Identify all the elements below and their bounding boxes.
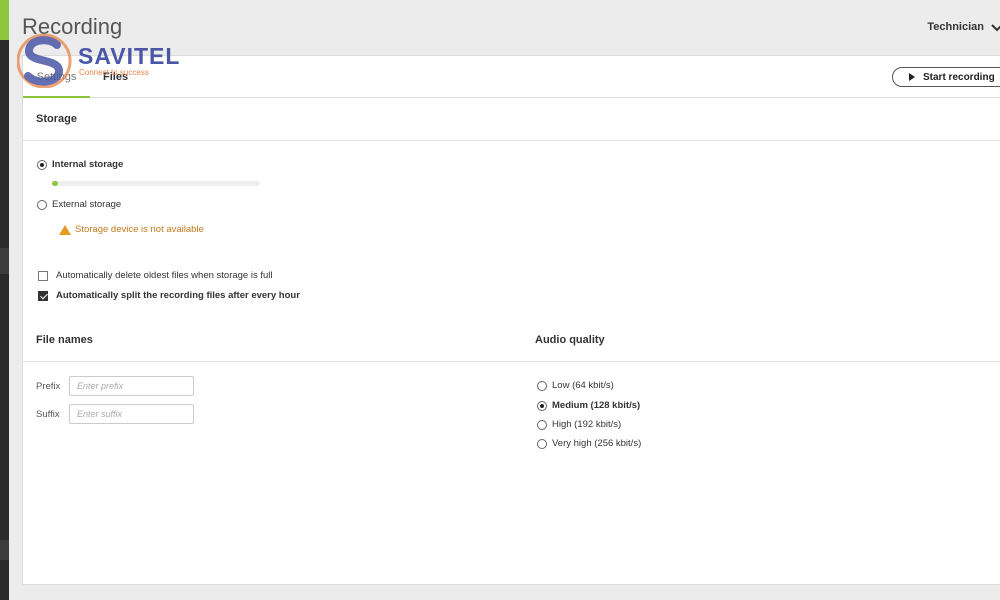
start-recording-button[interactable]: Start recording (892, 67, 1000, 87)
checkbox-unchecked (38, 270, 48, 281)
auto-split-checkbox[interactable]: Automatically split the recording files … (38, 290, 300, 301)
audio-quality-heading: Audio quality (535, 334, 605, 346)
user-name: Technician (927, 21, 984, 33)
storage-warning: Storage device is not available (59, 224, 204, 235)
rail-segment (0, 540, 9, 560)
suffix-label: Suffix (36, 409, 60, 420)
savitel-logo: SAVITEL Connect to success (17, 34, 197, 88)
storage-warning-text: Storage device is not available (75, 224, 204, 235)
logo-brand-text: SAVITEL (78, 43, 181, 69)
radio-button (537, 380, 547, 391)
rail-accent (0, 0, 9, 40)
storage-heading: Storage (36, 113, 77, 125)
audio-option-label: Medium (128 kbit/s) (552, 400, 641, 411)
logo-tagline: Connect to success (79, 68, 149, 77)
audio-option-label: High (192 kbit/s) (552, 419, 622, 430)
start-recording-label: Start recording (923, 71, 995, 83)
audio-option-high[interactable]: High (192 kbit/s) (537, 419, 621, 430)
auto-delete-label: Automatically delete oldest files when s… (56, 270, 273, 281)
prefix-input[interactable] (69, 376, 194, 396)
auto-split-label: Automatically split the recording files … (56, 290, 300, 301)
left-rail (0, 0, 9, 600)
file-names-heading: File names (36, 334, 93, 346)
audio-option-medium[interactable]: Medium (128 kbit/s) (537, 400, 640, 411)
chevron-down-icon (990, 20, 1000, 34)
storage-usage-bar (52, 181, 260, 186)
recording-panel: Settings Files Start recording Storage I… (22, 55, 1000, 585)
user-menu[interactable]: Technician (927, 20, 1000, 34)
radio-unselected (37, 199, 47, 210)
radio-selected (537, 400, 547, 411)
suffix-input[interactable] (69, 404, 194, 424)
rail-segment (0, 248, 9, 274)
external-storage-radio[interactable]: External storage (37, 199, 121, 210)
prefix-label: Prefix (36, 381, 61, 392)
audio-option-label: Very high (256 kbit/s) (552, 438, 642, 449)
auto-delete-checkbox[interactable]: Automatically delete oldest files when s… (38, 270, 273, 281)
radio-button (537, 419, 547, 430)
internal-storage-label: Internal storage (52, 159, 124, 170)
audio-option-low[interactable]: Low (64 kbit/s) (537, 380, 614, 391)
checkbox-checked (38, 290, 48, 301)
storage-usage-fill (52, 181, 59, 186)
section-divider (23, 361, 1000, 362)
audio-option-label: Low (64 kbit/s) (552, 380, 614, 391)
warning-icon (59, 224, 71, 235)
storage-divider (23, 140, 1000, 141)
play-icon (909, 73, 915, 81)
radio-selected (37, 159, 47, 170)
internal-storage-radio[interactable]: Internal storage (37, 159, 123, 170)
savitel-logo-mark (17, 34, 72, 88)
external-storage-label: External storage (52, 199, 122, 210)
audio-option-very-high[interactable]: Very high (256 kbit/s) (537, 438, 641, 449)
radio-button (537, 438, 547, 449)
